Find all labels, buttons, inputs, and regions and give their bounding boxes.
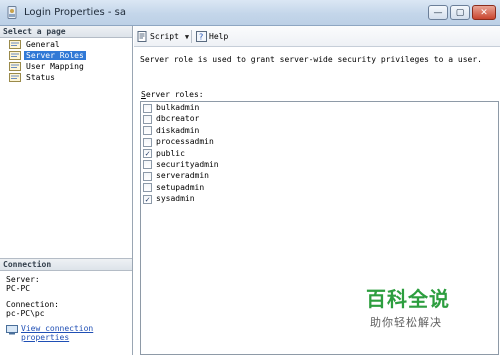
- svg-text:?: ?: [199, 33, 203, 42]
- select-page-header: Select a page: [0, 26, 132, 38]
- page-item-status[interactable]: Status: [0, 72, 132, 83]
- help-label: Help: [209, 32, 229, 41]
- role-row-dbcreator[interactable]: dbcreator: [141, 113, 498, 124]
- window-title: Login Properties - sa: [24, 7, 126, 18]
- toolbar: Script ▼ ? Help: [134, 26, 500, 47]
- server-roles-label: Server roles:: [141, 90, 204, 99]
- role-label: securityadmin: [156, 159, 219, 169]
- script-label: Script: [150, 32, 179, 41]
- role-checkbox[interactable]: [143, 103, 152, 113]
- view-connection-properties-link[interactable]: View connection properties: [6, 324, 132, 342]
- title-bar: Login Properties - sa — ▢ ✕: [0, 0, 500, 26]
- watermark-sub: 助你轻松解决: [370, 316, 442, 329]
- server-value: PC-PC: [6, 284, 31, 293]
- role-row-processadmin[interactable]: processadmin: [141, 136, 498, 147]
- description-text: Server role is used to grant server-wide…: [140, 55, 482, 64]
- role-checkbox[interactable]: [143, 114, 152, 124]
- connection-section: Connection Server: PC-PC Connection: pc-…: [0, 258, 132, 355]
- role-label: setupadmin: [156, 182, 205, 192]
- chevron-down-icon[interactable]: ▼: [185, 33, 189, 41]
- minimize-icon: —: [433, 7, 443, 18]
- page-icon: [9, 40, 21, 49]
- role-row-sysadmin[interactable]: ✓ sysadmin: [141, 193, 498, 204]
- role-label: diskadmin: [156, 125, 200, 135]
- page-icon: [9, 62, 21, 71]
- page-label: User Mapping: [26, 62, 84, 71]
- role-row-public[interactable]: ✓ public: [141, 148, 498, 159]
- connection-properties-icon: [6, 325, 18, 335]
- page-item-user-mapping[interactable]: User Mapping: [0, 61, 132, 72]
- toolbar-separator: [191, 30, 192, 43]
- role-label: public: [156, 148, 185, 158]
- connection-label: Connection:: [6, 300, 59, 309]
- watermark: 百科全说 助你轻松解决: [366, 283, 450, 330]
- role-checkbox[interactable]: ✓: [143, 149, 152, 159]
- login-icon: [7, 6, 17, 19]
- role-row-serveradmin[interactable]: serveradmin: [141, 170, 498, 181]
- page-list: General Server Roles User Mapping Status: [0, 38, 132, 83]
- left-panel: Select a page General Server Roles User …: [0, 26, 133, 355]
- close-icon: ✕: [480, 7, 488, 18]
- close-button[interactable]: ✕: [472, 5, 496, 20]
- role-label: sysadmin: [156, 194, 195, 204]
- role-row-diskadmin[interactable]: diskadmin: [141, 125, 498, 136]
- role-label: serveradmin: [156, 171, 209, 181]
- script-icon: [137, 31, 147, 42]
- script-button[interactable]: Script ▼: [137, 30, 189, 43]
- role-row-bulkadmin[interactable]: bulkadmin: [141, 102, 498, 113]
- page-item-server-roles[interactable]: Server Roles: [0, 50, 132, 61]
- page-item-general[interactable]: General: [0, 39, 132, 50]
- role-checkbox[interactable]: [143, 183, 152, 193]
- role-label: dbcreator: [156, 114, 200, 124]
- connection-header: Connection: [0, 259, 132, 271]
- role-label: processadmin: [156, 137, 214, 147]
- page-icon: [9, 51, 21, 60]
- help-button[interactable]: ? Help: [196, 30, 228, 43]
- role-row-setupadmin[interactable]: setupadmin: [141, 182, 498, 193]
- watermark-main: 百科全说: [366, 287, 450, 311]
- help-icon: ?: [196, 31, 207, 42]
- role-checkbox[interactable]: [143, 137, 152, 147]
- view-link-line2[interactable]: properties: [21, 333, 132, 342]
- page-icon: [9, 73, 21, 82]
- role-checkbox[interactable]: ✓: [143, 194, 152, 204]
- role-row-securityadmin[interactable]: securityadmin: [141, 159, 498, 170]
- connection-value: pc-PC\pc: [6, 309, 45, 318]
- maximize-button[interactable]: ▢: [450, 5, 470, 20]
- role-checkbox[interactable]: [143, 126, 152, 136]
- minimize-button[interactable]: —: [428, 5, 448, 20]
- view-link-line1[interactable]: View connection: [21, 324, 132, 333]
- role-checkbox[interactable]: [143, 160, 152, 170]
- page-label: Server Roles: [24, 51, 86, 60]
- maximize-icon: ▢: [455, 7, 465, 18]
- page-label: Status: [26, 73, 55, 82]
- role-label: bulkadmin: [156, 103, 200, 112]
- server-label: Server:: [6, 275, 40, 284]
- role-checkbox[interactable]: [143, 171, 152, 181]
- page-label: General: [26, 40, 60, 49]
